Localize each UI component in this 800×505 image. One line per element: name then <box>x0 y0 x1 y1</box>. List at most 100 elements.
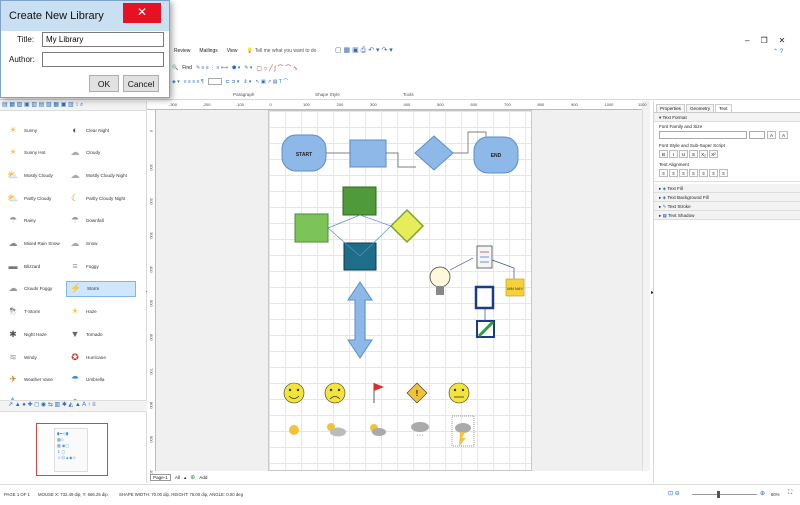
sticky-note[interactable]: MM NAV <box>505 278 525 297</box>
cancel-button[interactable]: Cancel <box>123 75 159 92</box>
flow-process[interactable] <box>349 139 387 168</box>
green-square-left[interactable] <box>294 213 329 243</box>
library-shape-item[interactable]: ☀ Sunny <box>4 122 74 138</box>
all-pages-dropdown[interactable]: All <box>175 475 180 480</box>
align-center-button[interactable]: ≡ <box>699 169 708 177</box>
superscript-button[interactable]: X² <box>709 150 718 158</box>
align-middle-button[interactable]: ≡ <box>669 169 678 177</box>
ok-button[interactable]: OK <box>89 75 119 92</box>
font-family-select[interactable] <box>659 131 747 139</box>
lightbulb-icon[interactable] <box>429 266 451 295</box>
library-shape-item[interactable]: ⚡ Storm <box>66 280 136 297</box>
pointer-icon[interactable]: ↖ ▣ ↗ ▤ T ⌒ <box>255 78 288 85</box>
flow-start[interactable]: START <box>281 134 327 172</box>
library-shape-item[interactable]: ☁ Mostly Cloudy Night <box>66 167 136 183</box>
align-right-button[interactable]: ≡ <box>709 169 718 177</box>
align-left-button[interactable]: ≡ <box>689 169 698 177</box>
tab-geometry[interactable]: Geometry <box>685 104 715 112</box>
zoom-slider-thumb[interactable] <box>717 491 720 498</box>
pencil-check-icon[interactable] <box>476 320 495 338</box>
fill-dropdown-icon[interactable]: ◈ ▾ <box>172 79 180 85</box>
tab-text[interactable]: Text <box>715 104 732 112</box>
smiley-icon[interactable] <box>283 382 305 404</box>
add-page-button[interactable]: Add <box>199 475 207 480</box>
font-size-select[interactable] <box>749 131 765 139</box>
underline-button[interactable]: U <box>679 150 688 158</box>
align-buttons[interactable]: ≡ ≡ ≡ ≡ ¶ <box>184 79 204 85</box>
align-top-button[interactable]: ≡ <box>659 169 668 177</box>
zoom-in-icon[interactable]: ⊕ <box>760 490 765 497</box>
connector-icon[interactable]: ⊏ ⊐ ▾ <box>226 79 240 85</box>
section-text-background[interactable]: ▸ ◈ Text Background Fill <box>654 193 800 202</box>
section-text-fill[interactable]: ▸ ◈ Text Fill <box>654 184 800 193</box>
find-icon[interactable]: 🔍 <box>172 65 178 71</box>
line-color-icon[interactable]: ✎ ▾ <box>244 65 252 71</box>
align-bottom-button[interactable]: ≡ <box>679 169 688 177</box>
library-shape-item[interactable]: ≡ Foggy <box>66 258 136 274</box>
dialog-close-button[interactable]: ✕ <box>123 3 161 23</box>
library-shape-item[interactable]: ☁ Cloudy <box>66 145 136 161</box>
cloud-sun-weather-icon[interactable] <box>327 423 346 437</box>
library-toolbar[interactable]: ▤ ▦ ▧ ▣ ▥ ▤ ▧ ▦ ▣ ▥ ↕ ⌕ <box>0 101 146 111</box>
author-input[interactable] <box>42 52 164 67</box>
library-shape-item[interactable]: ☁ Clouds Foggy <box>4 281 74 297</box>
thumbnail-navigator[interactable]: ⬮▭◇⬮ ▩◇ ▩ ◉▢ ⇕ ▢ ☺☹▲◆☺ <box>36 423 108 476</box>
close-window-button[interactable]: ✕ <box>779 36 797 45</box>
fullscreen-icon[interactable]: ⛶ <box>788 490 792 497</box>
library-shape-item[interactable]: ☀ Sunny Hot <box>4 145 74 161</box>
flow-end[interactable]: END <box>473 136 519 174</box>
add-page-icon[interactable]: ⊕ <box>190 474 195 481</box>
library-shape-item[interactable]: ☁ Mixed Rain Snow <box>4 236 74 252</box>
library-shape-item[interactable]: ▼ Tornado <box>66 326 136 342</box>
menu-mailings[interactable]: Mailings <box>199 48 217 54</box>
line-spacing-select[interactable] <box>207 78 222 85</box>
library-shape-item[interactable]: ✪ Hurricane <box>66 349 136 365</box>
italic-button[interactable]: I <box>669 150 678 158</box>
neutral-face-icon[interactable] <box>448 382 470 404</box>
shape-fill-icon[interactable]: ⬟ ▾ <box>232 65 240 71</box>
library-shape-item[interactable]: ≋ Windy <box>4 349 74 365</box>
vertical-double-arrow[interactable] <box>347 281 373 359</box>
green-square-top[interactable] <box>342 186 377 216</box>
quick-access-toolbar[interactable]: ▢ ▦ ▣ ⎙ ↶ ▾ ↷ ▾ <box>335 46 393 55</box>
vertical-scrollbar[interactable] <box>642 110 650 471</box>
tell-me-input[interactable]: Tell me what you want to do <box>255 48 317 54</box>
strike-button[interactable]: S <box>689 150 698 158</box>
title-input[interactable] <box>42 32 164 47</box>
sad-face-icon[interactable] <box>324 382 346 404</box>
sun-weather-icon[interactable]: ✷ <box>289 422 299 436</box>
library-shape-item[interactable]: ▬ Blizzard <box>4 258 74 274</box>
library-shape-item[interactable]: ✈ Weather Vane <box>4 372 74 388</box>
library-shape-item[interactable]: ☾ Partly Cloudy Night <box>66 190 136 206</box>
library-shape-item[interactable]: ⛈ T-Storm <box>4 304 74 320</box>
library-shape-item[interactable]: ☁ Snow <box>66 236 136 252</box>
page-tab[interactable]: Page-1 <box>150 474 171 481</box>
arrow-icon[interactable]: ⇕ ▾ <box>243 79 251 85</box>
teal-square[interactable] <box>343 242 377 271</box>
find-button[interactable]: Find <box>182 65 192 71</box>
flow-decision[interactable] <box>414 135 454 171</box>
library-shape-item[interactable]: ⛅ Mostly Cloudy <box>4 167 74 183</box>
subscript-button[interactable]: X₂ <box>699 150 708 158</box>
flag-icon[interactable] <box>373 383 384 403</box>
yellow-diamond[interactable] <box>389 208 425 244</box>
tab-properties[interactable]: Properties <box>656 104 685 112</box>
format-painter-icon[interactable]: ✎ ≡ ≡ ⋮ ≡ ⟷ <box>196 65 228 71</box>
help-icon[interactable]: ⌃ ? <box>773 48 783 55</box>
caret-up-icon[interactable]: ▴ <box>184 475 186 481</box>
shape-tools[interactable]: ▢ ○ ╱ ∫ ⌒ ⌒ ∿ <box>256 63 298 72</box>
library-shape-item[interactable]: ✱ Night Haze <box>4 326 74 342</box>
section-text-shadow[interactable]: ▸ ▦ Text Shadow <box>654 211 800 220</box>
zoom-slider[interactable] <box>692 494 757 495</box>
library-shape-item[interactable]: ⛅ Partly Cloudy <box>4 190 74 206</box>
library-bottom-toolbar[interactable]: ↗ ▲ ● ✚ ◻ ◉ ⇆ ▥ ✱ ◭ ▲ A ↑ ≡ <box>0 400 147 412</box>
selected-storm-icon[interactable] <box>451 415 475 447</box>
restore-button[interactable]: ❐ <box>760 36 778 45</box>
minimize-button[interactable]: – <box>745 36 760 45</box>
library-shape-item[interactable]: ☂ Rainy <box>4 213 74 229</box>
fit-page-icon[interactable]: ⊡ ⊖ <box>668 490 680 497</box>
library-shape-item[interactable]: ☀ Haze <box>66 304 136 320</box>
warning-diamond-icon[interactable]: ! <box>406 382 428 404</box>
library-shape-item[interactable]: ☂ Downfall <box>66 213 136 229</box>
rain-weather-icon[interactable]: ' ' ' <box>411 422 429 441</box>
